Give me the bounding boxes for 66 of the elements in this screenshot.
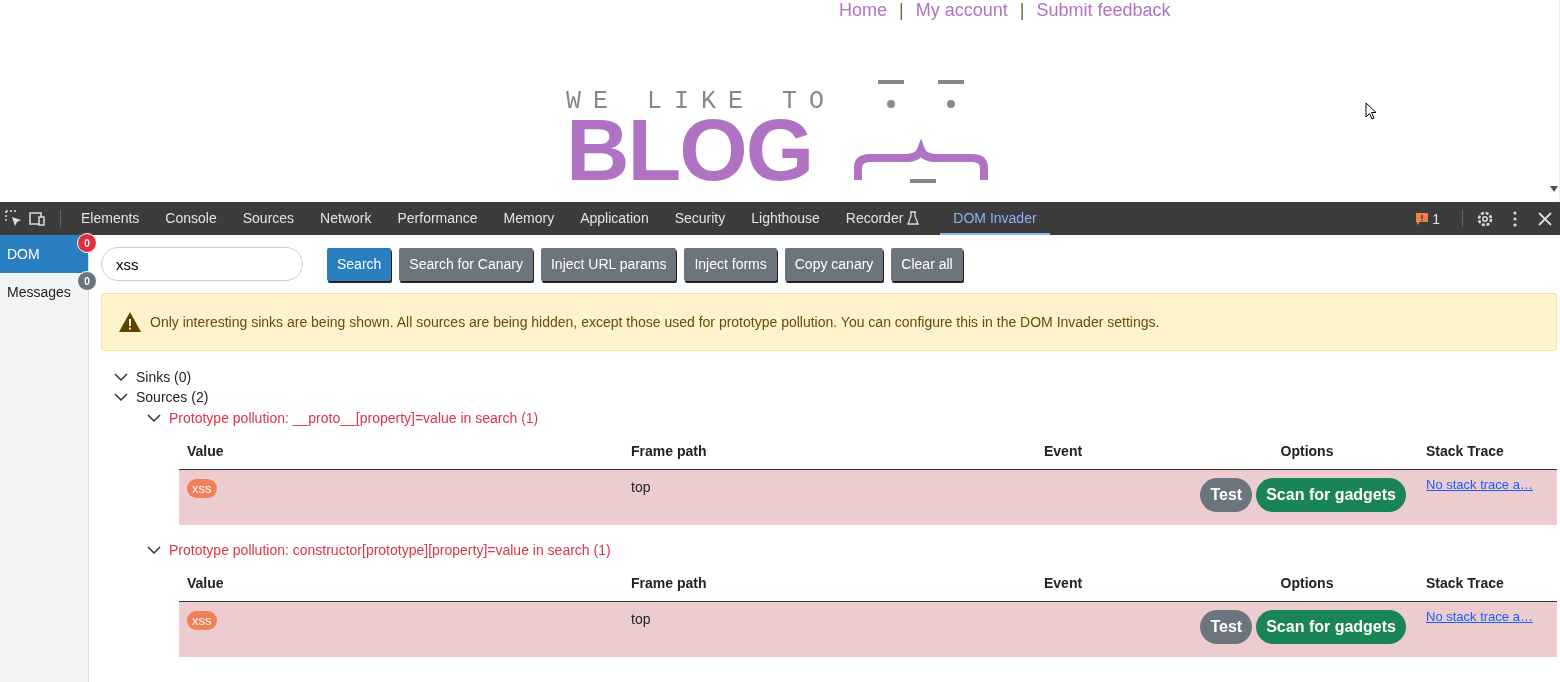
search-field[interactable]: xss (101, 247, 303, 281)
chevron-icon[interactable] (114, 372, 128, 382)
value-tag: xss (187, 611, 217, 630)
column-header: Event (1043, 575, 1084, 591)
tree-label[interactable]: Sources (2) (136, 389, 209, 405)
chevron-icon[interactable] (114, 392, 128, 402)
option-button[interactable]: Test (1200, 478, 1253, 512)
column-header: Value (186, 575, 225, 591)
logo-title: BLOG (566, 115, 813, 185)
option-button[interactable]: Scan for gadgets (1256, 478, 1406, 512)
nav-link[interactable]: My account (915, 0, 1008, 20)
flask-icon (907, 210, 920, 225)
cursor-icon (1365, 102, 1377, 120)
chevron-icon[interactable] (147, 413, 161, 423)
nav-link[interactable]: Home (839, 0, 887, 20)
devtools-tab[interactable]: Sources (229, 202, 308, 235)
nav-link[interactable]: Submit feedback (1036, 0, 1171, 20)
issues-counter[interactable]: 1 (1408, 202, 1448, 235)
action-button[interactable]: Copy canary (784, 247, 884, 281)
action-button[interactable]: Clear all (891, 247, 963, 281)
column-header: Frame path (630, 443, 708, 459)
count-badge: 0 (77, 271, 97, 291)
action-button[interactable]: Inject URL params (540, 247, 677, 281)
tree-label[interactable]: Prototype pollution: constructor[prototype][property]=value in search (1) (169, 542, 611, 558)
chevron-icon[interactable] (147, 545, 161, 555)
column-header: Value (186, 443, 225, 459)
devtools-tab[interactable]: Performance (384, 202, 491, 235)
sidebar-item[interactable]: Messages (0, 273, 73, 311)
warning-icon (118, 311, 142, 333)
inspect-icon[interactable] (5, 209, 23, 228)
table-cell-text: top (631, 479, 652, 495)
logo-tagline: WE LIKE TO (566, 89, 837, 115)
column-header: Event (1043, 443, 1084, 459)
action-button[interactable]: Search (327, 247, 392, 281)
action-button[interactable]: Inject forms (684, 247, 777, 281)
settings-icon[interactable] (1476, 209, 1494, 228)
nav-separator: | (899, 0, 904, 20)
devtools-tab[interactable]: Console (152, 202, 230, 235)
devtools-tab[interactable]: Recorder (832, 202, 933, 235)
devtools-tab[interactable]: Lighthouse (738, 202, 833, 235)
column-header: Options (1279, 443, 1335, 459)
devtools-tab[interactable]: DOM Invader (940, 202, 1050, 235)
issue-icon (1416, 212, 1429, 225)
option-button[interactable]: Test (1200, 610, 1253, 644)
nav-separator: | (1019, 0, 1025, 20)
tree-label[interactable]: Prototype pollution: __proto__[property]=value in search (1) (169, 410, 539, 426)
stack-trace-link[interactable]: No stack trace a… (1426, 609, 1557, 624)
column-header: Stack Trace (1425, 443, 1505, 459)
devtools-tab[interactable]: Security (661, 202, 739, 235)
table-cell-text: top (631, 611, 652, 627)
value-tag: xss (187, 479, 217, 498)
devtools-tab[interactable]: Memory (490, 202, 568, 235)
devtools-tab[interactable]: Application (567, 202, 662, 235)
device-icon[interactable] (28, 209, 46, 228)
column-header: Stack Trace (1425, 575, 1505, 591)
close-icon[interactable] (1536, 209, 1554, 228)
action-button[interactable]: Search for Canary (399, 247, 533, 281)
tree-label[interactable]: Sinks (0) (136, 369, 192, 385)
devtools-tab[interactable]: Network (307, 202, 385, 235)
column-header: Options (1279, 575, 1335, 591)
column-header: Frame path (630, 575, 708, 591)
warning-text: Only interesting sinks are being shown. All sources are being hidden, except those used for prototype pollution. You can configure this in the DOM Invader settings. (150, 314, 1160, 330)
stack-trace-link[interactable]: No stack trace a… (1426, 477, 1557, 492)
devtools-tab[interactable]: Elements (68, 202, 153, 235)
option-button[interactable]: Scan for gadgets (1256, 610, 1406, 644)
scroll-down-icon[interactable] (1550, 186, 1558, 192)
